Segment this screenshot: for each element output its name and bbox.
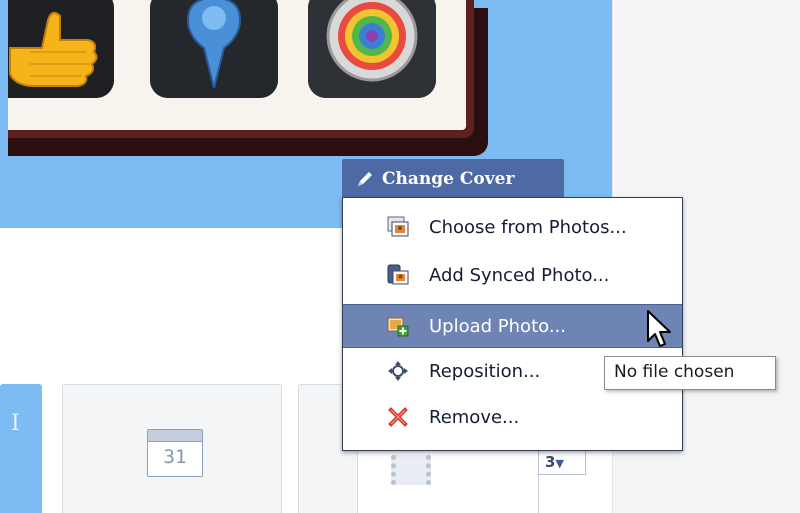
remove-x-icon (388, 407, 408, 427)
film-icon (391, 455, 431, 485)
file-input-tooltip: No file chosen (604, 356, 776, 390)
mouse-cursor-icon (647, 310, 671, 347)
count-value: 3 (545, 453, 556, 471)
map-pin-icon (150, 0, 278, 98)
menu-item-choose-from-photos[interactable]: Choose from Photos... (343, 206, 682, 248)
camera-lens-icon (308, 0, 436, 98)
divider (538, 475, 539, 513)
tile-partial-left[interactable]: I (0, 384, 42, 513)
change-cover-button[interactable]: Change Cover (342, 159, 564, 199)
change-cover-menu: Choose from Photos... Add Synced Photo..… (342, 197, 683, 451)
cover-picture-frame (8, 0, 474, 138)
menu-item-label: Choose from Photos... (429, 216, 627, 238)
thumbs-up-icon (8, 0, 114, 98)
calendar-icon: 31 (147, 429, 203, 477)
change-cover-label: Change Cover (382, 169, 515, 189)
menu-item-label: Reposition... (429, 360, 541, 382)
menu-item-remove[interactable]: Remove... (343, 396, 682, 438)
tile-letter: I (11, 411, 20, 436)
pencil-icon (358, 172, 372, 186)
menu-item-add-synced-photo[interactable]: Add Synced Photo... (343, 254, 682, 296)
events-tile[interactable]: 31 (62, 384, 282, 513)
menu-item-label: Remove... (429, 406, 520, 428)
menu-item-label: Add Synced Photo... (429, 264, 610, 286)
calendar-day: 31 (163, 446, 187, 468)
synced-photo-icon (387, 264, 409, 285)
upload-photo-icon (387, 317, 409, 337)
photo-album-icon (387, 216, 409, 237)
cover-picture (8, 0, 466, 130)
move-arrows-icon (388, 361, 408, 381)
menu-item-upload-photo[interactable]: Upload Photo... (343, 304, 682, 348)
menu-item-label: Upload Photo... (429, 315, 566, 337)
count-dropdown[interactable]: 3▼ (538, 449, 586, 475)
chevron-down-icon: ▼ (555, 457, 564, 470)
